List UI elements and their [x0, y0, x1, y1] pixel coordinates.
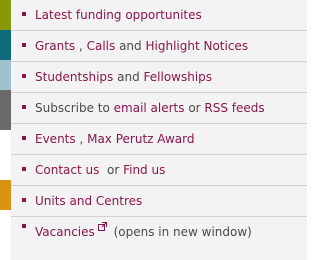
strip-segment-olive	[0, 0, 11, 30]
strip-segment-white-2	[0, 210, 11, 260]
menu-item-funding: Latest funding opportunites	[11, 0, 307, 31]
menu-item-vacancies: Vacancies (opens in new window)	[11, 217, 307, 260]
bullet-icon	[22, 74, 26, 78]
separator: ,	[75, 132, 88, 146]
strip-segment-teal	[0, 30, 11, 60]
link-latest-funding[interactable]: Latest funding opportunites	[35, 8, 202, 22]
bullet-icon	[22, 105, 26, 109]
subscribe-text: Subscribe to	[35, 101, 114, 115]
external-link-icon	[97, 222, 107, 231]
menu-item-studentships: Studentships and Fellowships	[11, 62, 307, 93]
strip-segment-lightblue	[0, 60, 11, 90]
link-fellowships[interactable]: Fellowships	[144, 70, 213, 84]
link-max-perutz-award[interactable]: Max Perutz Award	[87, 132, 194, 146]
link-contact-us[interactable]: Contact us	[35, 163, 99, 177]
menu-item-units: Units and Centres	[11, 186, 307, 217]
bullet-icon	[22, 136, 26, 140]
bullet-icon	[22, 43, 26, 47]
new-window-note: (opens in new window)	[109, 225, 252, 239]
menu-item-grants: Grants , Calls and Highlight Notices	[11, 31, 307, 62]
link-vacancies[interactable]: Vacancies	[35, 225, 95, 239]
link-rss-feeds[interactable]: RSS feeds	[204, 101, 264, 115]
separator: or	[99, 163, 124, 177]
quick-links-menu: Latest funding opportunites Grants , Cal…	[11, 0, 307, 260]
link-grants[interactable]: Grants	[35, 39, 75, 53]
link-calls[interactable]: Calls	[87, 39, 116, 53]
strip-segment-white	[0, 130, 11, 180]
link-find-us[interactable]: Find us	[123, 163, 165, 177]
menu-item-events: Events , Max Perutz Award	[11, 124, 307, 155]
link-units-and-centres[interactable]: Units and Centres	[35, 194, 142, 208]
bullet-icon	[22, 12, 26, 16]
link-events[interactable]: Events	[35, 132, 76, 146]
bullet-icon	[22, 198, 26, 202]
bullet-icon	[22, 224, 26, 228]
separator: or	[184, 101, 205, 115]
bullet-icon	[22, 167, 26, 171]
separator: and	[115, 39, 146, 53]
strip-segment-orange	[0, 180, 11, 210]
link-email-alerts[interactable]: email alerts	[114, 101, 185, 115]
menu-item-subscribe: Subscribe to email alerts or RSS feeds	[11, 93, 307, 124]
menu-item-contact: Contact us or Find us	[11, 155, 307, 186]
link-highlight-notices[interactable]: Highlight Notices	[145, 39, 248, 53]
side-color-strip	[0, 0, 11, 260]
separator: and	[113, 70, 144, 84]
strip-segment-grey	[0, 90, 11, 130]
link-studentships[interactable]: Studentships	[35, 70, 113, 84]
separator: ,	[75, 39, 87, 53]
